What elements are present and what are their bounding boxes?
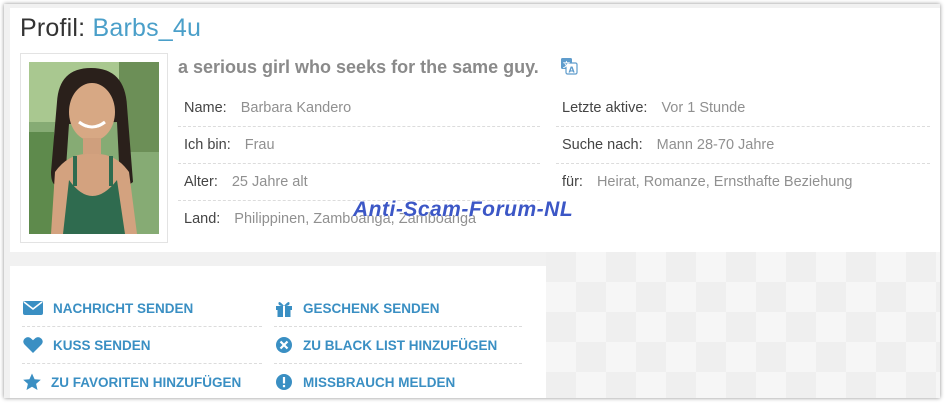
field-value: Heirat, Romanze, Ernsthafte Beziehung <box>596 174 853 190</box>
star-icon <box>23 373 41 390</box>
send-kiss-label: KUSS SENDEN <box>53 337 151 353</box>
field-label: Name: <box>184 100 227 116</box>
watermark: Anti-Scam-Forum-NL <box>353 198 574 221</box>
profile-photo-image <box>29 62 159 234</box>
field-label: Ich bin: <box>184 137 231 153</box>
send-gift-label: GESCHENK SENDEN <box>303 300 440 316</box>
title-prefix: Profil: <box>20 14 86 42</box>
field-label: Alter: <box>184 174 218 190</box>
profile-photo[interactable] <box>29 62 159 234</box>
add-blacklist-button[interactable]: ZU BLACK LIST HINZUFÜGEN <box>274 327 522 364</box>
page-title: Profil: Barbs_4u <box>20 14 201 43</box>
send-kiss-button[interactable]: KUSS SENDEN <box>22 327 262 364</box>
alert-icon <box>276 374 292 390</box>
field-age: Alter: 25 Jahre alt <box>178 164 540 201</box>
block-icon <box>276 337 292 353</box>
profile-headline: a serious girl who seeks for the same gu… <box>178 57 539 77</box>
actions-panel: NACHRICHT SENDEN GESCHENK SENDEN KUSS SE… <box>10 266 546 398</box>
field-gender: Ich bin: Frau <box>178 127 540 164</box>
field-label: Suche nach: <box>562 137 643 153</box>
field-purpose: für: Heirat, Romanze, Ernsthafte Beziehu… <box>556 164 930 200</box>
profile-details-right: Letzte aktive: Vor 1 Stunde Suche nach: … <box>556 90 930 200</box>
send-message-button[interactable]: NACHRICHT SENDEN <box>22 290 262 327</box>
field-value: 25 Jahre alt <box>231 174 308 190</box>
page-frame: Profil: Barbs_4u a serious girl who seek… <box>4 4 940 398</box>
field-value: Frau <box>244 137 275 153</box>
background-pattern <box>546 252 940 398</box>
translate-icon[interactable]: 文 A <box>560 57 578 75</box>
profile-username: Barbs_4u <box>92 14 202 42</box>
send-gift-button[interactable]: GESCHENK SENDEN <box>274 290 522 327</box>
field-value: Barbara Kandero <box>240 100 352 116</box>
heart-icon <box>23 337 43 353</box>
report-abuse-label: MISSBRAUCH MELDEN <box>303 374 456 390</box>
report-abuse-button[interactable]: MISSBRAUCH MELDEN <box>274 364 522 398</box>
send-message-label: NACHRICHT SENDEN <box>53 300 194 316</box>
profile-card: Profil: Barbs_4u a serious girl who seek… <box>10 8 940 252</box>
field-label: für: <box>562 174 583 190</box>
field-value: Mann 28-70 Jahre <box>656 137 775 153</box>
field-last-active: Letzte aktive: Vor 1 Stunde <box>556 90 930 127</box>
profile-photo-frame[interactable] <box>20 53 168 243</box>
field-looking-for: Suche nach: Mann 28-70 Jahre <box>556 127 930 164</box>
gift-icon <box>276 302 292 317</box>
envelope-icon <box>23 301 43 315</box>
add-favorites-button[interactable]: ZU FAVORITEN HINZUFÜGEN <box>22 364 262 398</box>
svg-text:A: A <box>569 66 576 75</box>
field-label: Land: <box>184 211 221 227</box>
add-favorites-label: ZU FAVORITEN HINZUFÜGEN <box>51 374 242 390</box>
add-blacklist-label: ZU BLACK LIST HINZUFÜGEN <box>303 337 498 353</box>
field-name: Name: Barbara Kandero <box>178 90 540 127</box>
field-value: Vor 1 Stunde <box>661 100 746 116</box>
field-label: Letzte aktive: <box>562 100 648 116</box>
